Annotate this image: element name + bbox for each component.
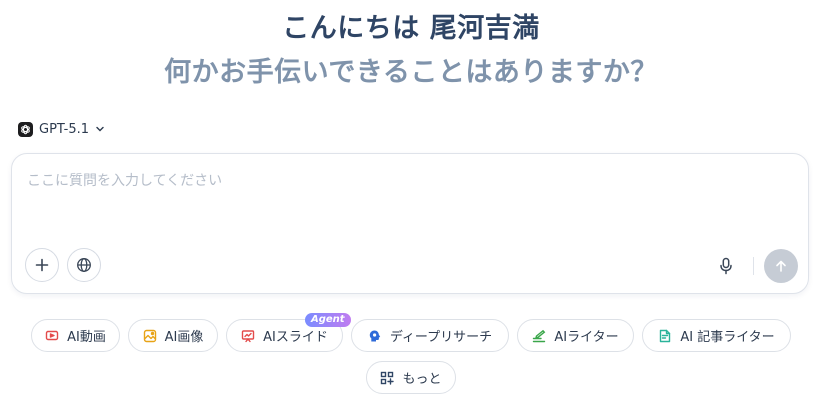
model-selector[interactable]: GPT-5.1 (18, 119, 105, 139)
send-button[interactable] (764, 249, 798, 283)
article-icon (660, 329, 671, 342)
video-icon (45, 330, 59, 340)
tool-label: AIスライド (263, 330, 328, 345)
web-search-button[interactable] (67, 248, 101, 282)
more-grid-icon (381, 371, 395, 385)
microphone-icon (720, 257, 732, 275)
chevron-down-icon (96, 126, 104, 132)
agent-badge: Agent (305, 313, 351, 327)
arrow-up-icon (776, 260, 786, 272)
image-icon (143, 329, 156, 342)
prompt-input[interactable] (25, 168, 789, 232)
plus-icon (35, 258, 49, 272)
greeting-title: こんにちは 尾河吉満 (282, 13, 540, 44)
tool-label: もっと (402, 372, 442, 387)
tool-label: AI画像 (164, 330, 204, 345)
tool-ai-article-writer[interactable]: AI 記事ライター (642, 319, 791, 352)
model-selector-label: GPT-5.1 (39, 121, 90, 137)
tool-label: AI 記事ライター (680, 330, 775, 345)
voice-input-button[interactable] (715, 255, 737, 277)
tool-ai-image[interactable]: AI画像 (128, 319, 218, 352)
chat-composer (11, 153, 809, 294)
openai-logo-icon (18, 121, 33, 137)
globe-icon (77, 258, 91, 272)
tool-label: ディープリサーチ (389, 330, 493, 345)
chat-home: こんにちは 尾河吉満 何かお手伝いできることはありますか？ GPT-5.1 ここ… (0, 0, 822, 403)
greeting-subtitle: 何かお手伝いできることはありますか？ (164, 57, 658, 88)
tool-more[interactable]: もっと (366, 361, 456, 394)
tool-ai-writer[interactable]: AIライター (517, 319, 634, 352)
slides-icon (241, 329, 255, 342)
tool-label: AI動画 (67, 330, 106, 345)
tool-deep-research[interactable]: ディープリサーチ (351, 319, 509, 352)
tool-label: AIライター (554, 330, 619, 345)
attach-button[interactable] (25, 248, 59, 282)
tool-ai-video[interactable]: AI動画 (31, 319, 120, 352)
composer-divider (753, 257, 754, 275)
writer-icon (533, 329, 546, 342)
research-icon (369, 330, 381, 341)
